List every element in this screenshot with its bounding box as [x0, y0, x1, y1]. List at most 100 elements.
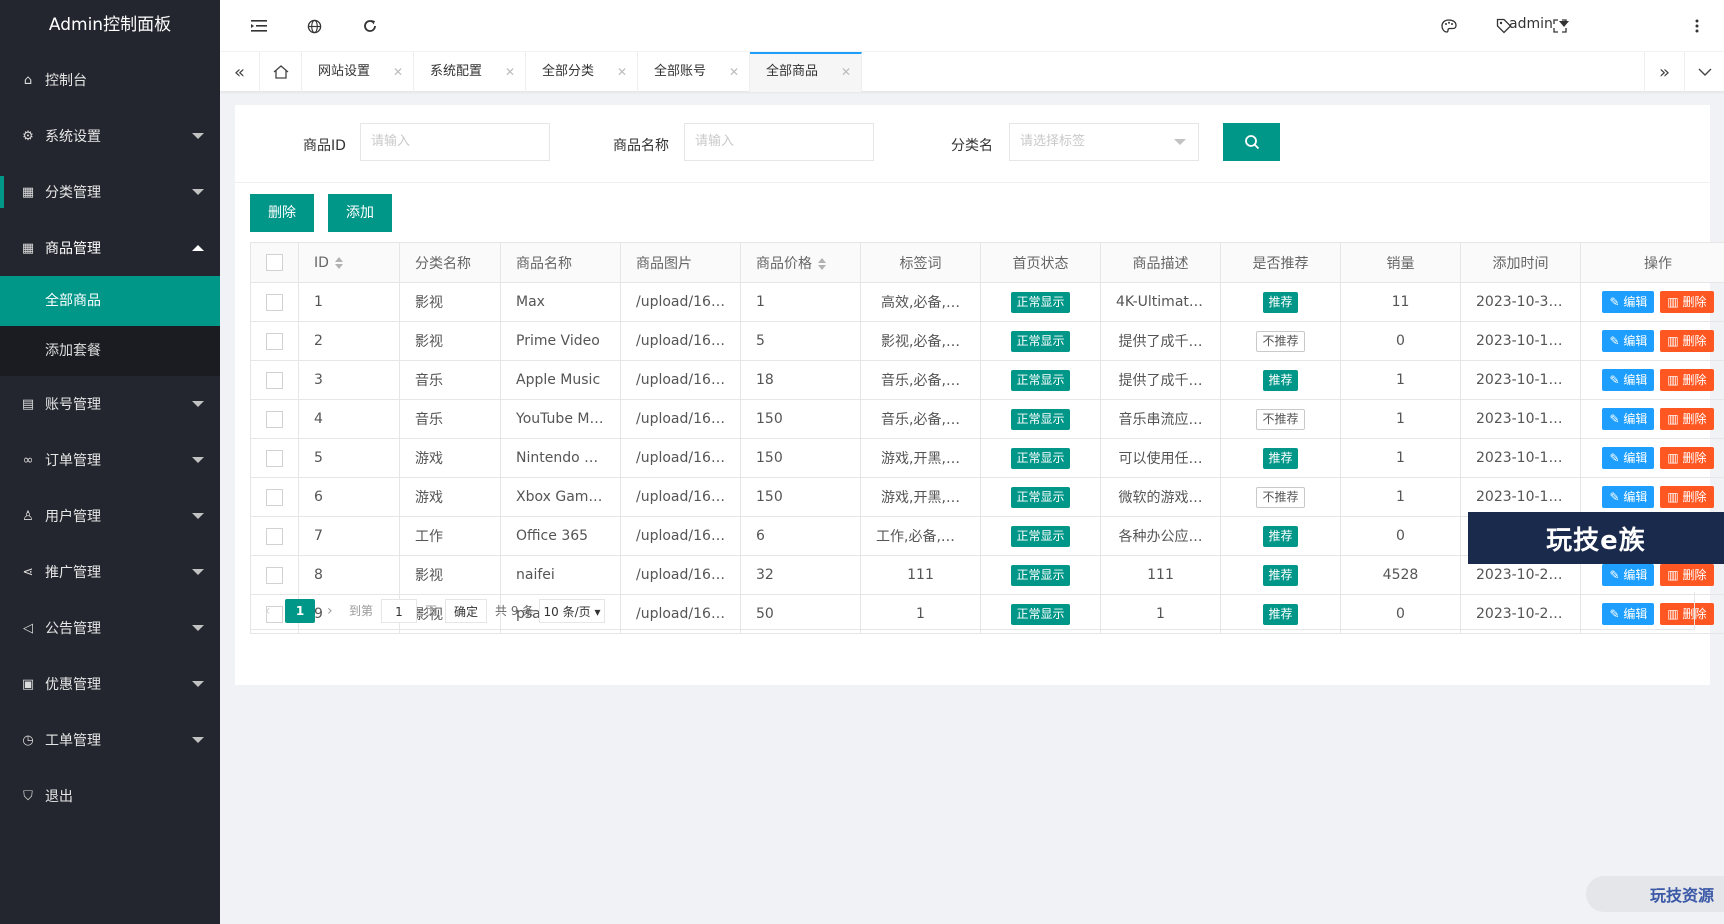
product-name-input[interactable]: 请输入: [684, 123, 874, 161]
sidebar-item-system-settings[interactable]: ⚙ 系统设置: [0, 108, 220, 164]
close-icon[interactable]: ✕: [841, 54, 851, 90]
edit-button[interactable]: ✎ 编辑: [1602, 330, 1655, 352]
delete-row-button[interactable]: ▥ 删除: [1660, 486, 1714, 508]
prev-page-icon[interactable]: ‹: [265, 599, 271, 623]
sidebar-item-announcement-management[interactable]: ◁ 公告管理: [0, 600, 220, 656]
sidebar-item-account-management[interactable]: ▤ 账号管理: [0, 376, 220, 432]
goto-confirm-button[interactable]: 确定: [445, 599, 487, 623]
tabs-prev-icon[interactable]: «: [220, 52, 260, 92]
goto-page-input[interactable]: 1: [381, 599, 417, 623]
cell-id: 1: [298, 282, 400, 322]
sidebar-item-dashboard[interactable]: ⌂ 控制台: [0, 52, 220, 108]
cell-image: /upload/169…: [620, 477, 741, 517]
next-page-icon[interactable]: ›: [327, 599, 333, 623]
delete-row-button[interactable]: ▥ 删除: [1660, 330, 1714, 352]
delete-row-button[interactable]: ▥ 删除: [1660, 447, 1714, 469]
row-select-cell: [250, 321, 299, 361]
delete-button[interactable]: 删除: [250, 194, 314, 232]
per-page-select[interactable]: 10 条/页 ▾: [539, 599, 605, 623]
cell-actions: ✎ 编辑▥ 删除: [1580, 282, 1724, 322]
cell-status: 正常显示: [980, 360, 1101, 400]
sidebar-item-discount-management[interactable]: ▣ 优惠管理: [0, 656, 220, 712]
edit-button[interactable]: ✎ 编辑: [1602, 564, 1655, 586]
cell-sales: 1: [1340, 399, 1461, 439]
sidebar-item-order-management[interactable]: ∞ 订单管理: [0, 432, 220, 488]
menu-toggle-icon[interactable]: [248, 15, 270, 37]
close-icon[interactable]: ✕: [729, 52, 739, 92]
edit-button[interactable]: ✎ 编辑: [1602, 291, 1655, 313]
cell-name: Nintendo S…: [500, 438, 621, 478]
cell-price: 32: [740, 555, 861, 595]
tab-label: 全部商品: [766, 64, 819, 79]
chevron-down-icon: [1174, 139, 1186, 145]
row-checkbox[interactable]: [266, 566, 283, 584]
select-all-checkbox[interactable]: [266, 254, 283, 271]
close-icon[interactable]: ✕: [393, 52, 403, 92]
category-select[interactable]: 请选择标签: [1009, 123, 1199, 161]
delete-row-button[interactable]: ▥ 删除: [1660, 369, 1714, 391]
cell-status: 正常显示: [980, 282, 1101, 322]
tab-all-categories[interactable]: 全部分类 ✕: [526, 52, 638, 92]
tab-site-settings[interactable]: 网站设置 ✕: [302, 52, 414, 92]
cell-status: 正常显示: [980, 399, 1101, 439]
search-button[interactable]: [1223, 123, 1280, 161]
status-badge: 正常显示: [1011, 564, 1070, 586]
delete-row-button[interactable]: ▥ 删除: [1660, 564, 1714, 586]
sidebar-item-promotion-management[interactable]: ⋖ 推广管理: [0, 544, 220, 600]
table-icon: ▤: [21, 396, 35, 412]
add-button[interactable]: 添加: [328, 194, 392, 232]
tab-system-config[interactable]: 系统配置 ✕: [414, 52, 526, 92]
edit-button[interactable]: ✎ 编辑: [1602, 447, 1655, 469]
page-current[interactable]: 1: [285, 599, 315, 623]
sidebar-item-label: 分类管理: [45, 185, 101, 201]
sidebar-item-logout[interactable]: ⛉ 退出: [0, 768, 220, 824]
refresh-icon[interactable]: [359, 15, 381, 37]
home-tab-icon[interactable]: [260, 52, 302, 92]
edit-button[interactable]: ✎ 编辑: [1602, 486, 1655, 508]
row-checkbox[interactable]: [266, 527, 283, 545]
delete-row-button[interactable]: ▥ 删除: [1660, 291, 1714, 313]
row-checkbox[interactable]: [266, 449, 283, 467]
sidebar-subitem-add-package[interactable]: 添加套餐: [0, 326, 220, 376]
delete-row-button[interactable]: ▥ 删除: [1660, 408, 1714, 430]
trash-icon: ▥: [1667, 373, 1679, 387]
cell-recommend: 不推荐: [1220, 399, 1341, 439]
row-checkbox[interactable]: [266, 371, 283, 389]
cell-name: Max: [500, 282, 621, 322]
row-checkbox[interactable]: [266, 410, 283, 428]
table-row: 1 影视 Max/upload/169… 1 高效,必备,… 正常显示 4K-Ultimat…: [250, 282, 1724, 322]
close-icon[interactable]: ✕: [505, 52, 515, 92]
edit-button[interactable]: ✎ 编辑: [1602, 408, 1655, 430]
cell-tags: 工作,必备,O…: [860, 516, 981, 556]
column-header-price[interactable]: 商品价格: [740, 242, 861, 283]
edit-button[interactable]: ✎ 编辑: [1602, 369, 1655, 391]
sidebar-item-category-management[interactable]: ▦ 分类管理: [0, 164, 220, 220]
cell-actions: ✎ 编辑▥ 删除: [1580, 438, 1724, 478]
table-row: 5 游戏 Nintendo S…/upload/169… 150 游戏,开黑,… 正常显示…: [250, 438, 1724, 478]
cell-id: 4: [298, 399, 400, 439]
row-checkbox[interactable]: [266, 332, 283, 350]
column-header-id[interactable]: ID: [298, 242, 400, 283]
sidebar-item-ticket-management[interactable]: ◷ 工单管理: [0, 712, 220, 768]
sidebar-item-label: 商品管理: [45, 241, 101, 257]
sidebar-item-product-management[interactable]: ▦ 商品管理: [0, 220, 220, 276]
row-checkbox[interactable]: [266, 293, 283, 311]
cell-status: 正常显示: [980, 555, 1101, 595]
globe-icon[interactable]: [303, 15, 325, 37]
tabs-menu-chevron-down-icon[interactable]: [1684, 52, 1724, 92]
user-menu[interactable]: admin: [1509, 16, 1569, 32]
sidebar-item-user-management[interactable]: ♙ 用户管理: [0, 488, 220, 544]
sidebar-subitem-all-products[interactable]: 全部商品: [0, 276, 220, 326]
theme-palette-icon[interactable]: [1438, 15, 1460, 37]
tabs-next-icon[interactable]: »: [1644, 52, 1684, 92]
more-vertical-icon[interactable]: [1686, 15, 1708, 37]
product-id-input[interactable]: 请输入: [360, 123, 550, 161]
cell-image: /upload/169…: [620, 516, 741, 556]
page-unit-label: 页: [425, 604, 438, 618]
tab-all-accounts[interactable]: 全部账号 ✕: [638, 52, 750, 92]
row-select-cell: [250, 399, 299, 439]
sidebar: Admin控制面板 ⌂ 控制台 ⚙ 系统设置 ▦ 分类管理 ▦ 商品管理 全部商…: [0, 0, 220, 924]
tab-all-products[interactable]: 全部商品 ✕: [750, 52, 862, 92]
close-icon[interactable]: ✕: [617, 52, 627, 92]
row-checkbox[interactable]: [266, 488, 283, 506]
